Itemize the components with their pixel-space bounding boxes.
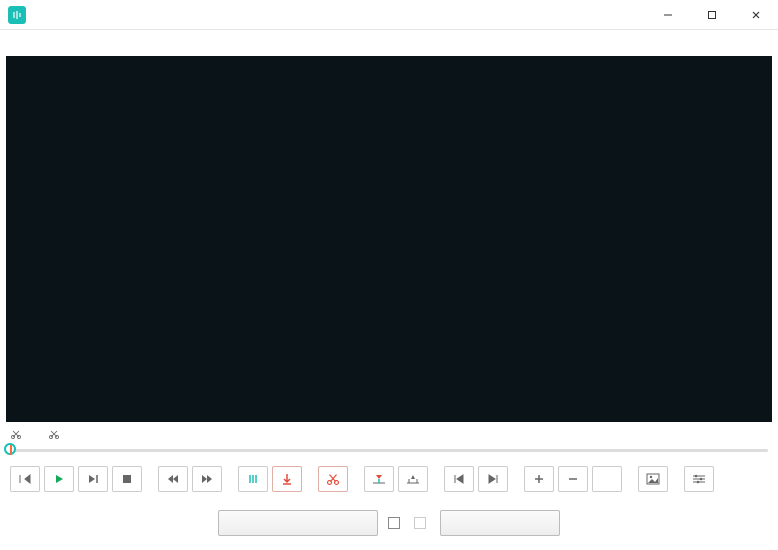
- time-info-row: [0, 422, 778, 442]
- menu-edit[interactable]: [24, 40, 36, 44]
- menu-file[interactable]: [8, 40, 20, 44]
- close-button[interactable]: [734, 0, 778, 30]
- stop-button[interactable]: [112, 466, 142, 492]
- rewind-button[interactable]: [158, 466, 188, 492]
- cut-button[interactable]: [318, 466, 348, 492]
- bottom-bar: [0, 500, 778, 550]
- play-selection-button[interactable]: [78, 466, 108, 492]
- maximize-button[interactable]: [690, 0, 734, 30]
- split-fragments-checkbox: [414, 517, 430, 529]
- save-button[interactable]: [440, 510, 560, 536]
- slider-marker: [10, 445, 12, 455]
- selection-start-group: [10, 428, 24, 440]
- position-slider[interactable]: [10, 442, 768, 458]
- convert-button[interactable]: [218, 510, 378, 536]
- trim-out-button[interactable]: [398, 466, 428, 492]
- checkbox-icon: [414, 517, 426, 529]
- menu-help[interactable]: [56, 40, 68, 44]
- goto-end-button[interactable]: [478, 466, 508, 492]
- menubar: [0, 30, 778, 54]
- scissors-icon: [10, 428, 22, 440]
- minimize-button[interactable]: [646, 0, 690, 30]
- settings-button[interactable]: [684, 466, 714, 492]
- titlebar: [0, 0, 778, 30]
- checkbox-icon: [388, 517, 400, 529]
- prev-track-button[interactable]: [10, 466, 40, 492]
- app-logo-icon: [8, 6, 26, 24]
- slider-track: [10, 449, 768, 452]
- marker-add-button[interactable]: [238, 466, 268, 492]
- trim-in-button[interactable]: [364, 466, 394, 492]
- toolbar: [0, 458, 778, 500]
- selection2-group: [48, 428, 62, 440]
- image-button[interactable]: [638, 466, 668, 492]
- scissors-icon: [48, 428, 60, 440]
- marker-down-button[interactable]: [272, 466, 302, 492]
- goto-start-button[interactable]: [444, 466, 474, 492]
- zoom-reset-button[interactable]: [592, 466, 622, 492]
- zoom-in-button[interactable]: [524, 466, 554, 492]
- menu-options[interactable]: [40, 40, 52, 44]
- split-tags-checkbox[interactable]: [388, 517, 404, 529]
- zoom-out-button[interactable]: [558, 466, 588, 492]
- waveform-display[interactable]: [6, 56, 772, 422]
- play-button[interactable]: [44, 466, 74, 492]
- forward-button[interactable]: [192, 466, 222, 492]
